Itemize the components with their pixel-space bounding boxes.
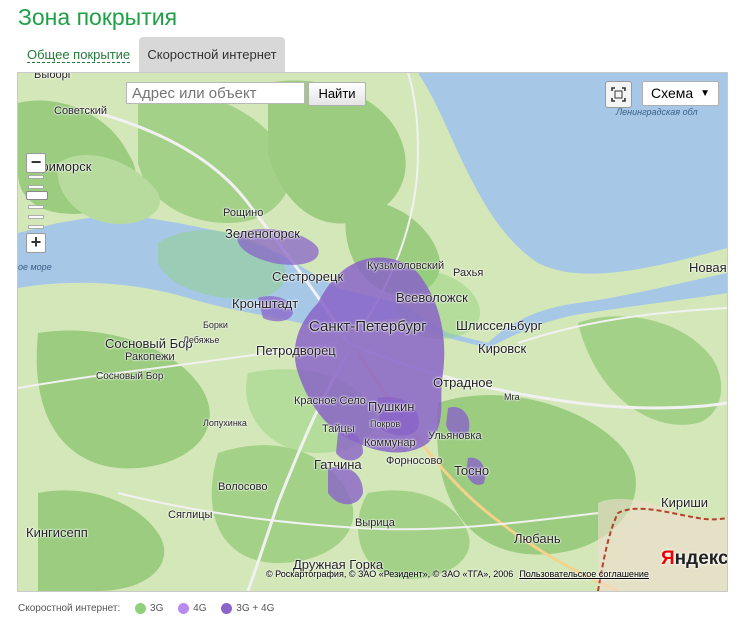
map-label-otradnoe: Отрадное — [433, 375, 493, 390]
map-label-pokrov: Покров — [370, 419, 401, 429]
fullscreen-button[interactable] — [605, 81, 632, 108]
map-label-leningrad-obl: Ленинградская обл — [616, 107, 698, 117]
map-label-pushkin: Пушкин — [368, 399, 415, 414]
map-label-sovetsky: Советский — [54, 105, 108, 117]
fullscreen-icon — [611, 87, 626, 102]
legend-3g-label: 3G — [150, 603, 164, 614]
user-agreement-link[interactable]: Пользовательское соглашение — [519, 569, 649, 579]
map-label-kirovsk: Кировск — [478, 341, 527, 356]
map-label-kingisepp: Кингисепп — [26, 525, 88, 540]
map-label-vyritsa: Вырица — [355, 517, 395, 529]
page-title: Зона покрытия — [18, 4, 178, 30]
map-label-vyborg: Выборг — [34, 72, 72, 81]
find-button[interactable]: Найти — [308, 82, 366, 106]
map-label-taitsy: Тайцы — [322, 423, 355, 435]
map-label-spb: Санкт-Петербург — [309, 318, 427, 335]
map-label-roshchino: Рощино — [223, 207, 264, 219]
legend-label: Скоростной интернет: — [18, 603, 121, 614]
map-label-lopukhinka: Лопухинка — [203, 418, 247, 428]
map-label-ulyanovka: Ульяновка — [428, 430, 482, 442]
copyright-text: © Роскартография, © ЗАО «Резидент», © ЗА… — [266, 569, 514, 579]
tab-high-speed-internet[interactable]: Скоростной интернет — [139, 37, 285, 72]
map-label-zelenogorsk: Зеленогорск — [225, 226, 300, 241]
map-copyright: © Роскартография, © ЗАО «Резидент», © ЗА… — [266, 569, 649, 579]
map-label-novaya-ladoga: Новая — [689, 260, 727, 275]
zoom-in-button[interactable]: + — [26, 233, 46, 253]
coverage-map[interactable]: Выборг Советский Приморск Рощино Зеленог… — [17, 72, 728, 592]
legend-3g4g-label: 3G + 4G — [236, 603, 275, 614]
map-label-rakhya: Рахья — [453, 267, 484, 279]
address-search-input[interactable] — [126, 82, 305, 104]
map-label-kommunar: Коммунар — [364, 437, 416, 449]
yandex-logo: Яндекс — [661, 548, 728, 569]
map-label-shlisselburg: Шлиссельбург — [456, 318, 543, 333]
map-label-krasnoe-selo: Красное Село — [294, 395, 366, 407]
map-label-sosnovy-bor: Сосновый Бор — [105, 336, 193, 351]
zoom-out-button[interactable]: − — [26, 153, 46, 173]
chevron-down-icon: ▼ — [700, 88, 710, 99]
map-label-borki: Борки — [203, 320, 228, 330]
map-label-tosno: Тосно — [454, 463, 490, 478]
coverage-legend: Скоростной интернет: 3G 4G 3G + 4G — [18, 603, 274, 614]
legend-4g-swatch — [178, 603, 190, 614]
tab-general-coverage[interactable]: Общее покрытие — [27, 47, 131, 63]
map-label-gatchina: Гатчина — [314, 457, 362, 472]
map-type-select[interactable]: Схема ▼ — [642, 81, 719, 106]
map-label-volosovo: Волосово — [218, 481, 268, 493]
map-label-vsevolozhsk: Всеволожск — [396, 290, 468, 305]
map-label-lyuban: Любань — [514, 531, 561, 546]
map-label-gulf: ое море — [18, 262, 52, 272]
map-label-lebyazhye: Лебяжье — [183, 335, 220, 345]
map-label-rakopezhi: Ракопежи — [125, 351, 175, 363]
zoom-slider-handle[interactable] — [26, 191, 48, 200]
legend-4g-label: 4G — [193, 603, 207, 614]
map-label-kronshtadt: Кронштадт — [232, 296, 299, 311]
map-type-value: Схема — [651, 85, 694, 101]
legend-3g4g-swatch — [221, 603, 233, 614]
map-label-sestroretsk: Сестрорецк — [272, 269, 344, 284]
map-label-fornosovo: Форносово — [386, 455, 443, 467]
map-label-kuzmolovsky: Кузьмоловский — [367, 260, 445, 272]
map-label-kirishi: Кириши — [661, 495, 709, 510]
map-label-sosnovy-bor-2: Сосновый Бор — [96, 371, 164, 382]
map-label-petrodvorets: Петродворец — [256, 343, 336, 358]
zoom-scale[interactable] — [28, 175, 44, 231]
map-label-syaglitsy: Сяглицы — [168, 509, 213, 521]
legend-3g-swatch — [135, 603, 147, 614]
map-label-mga: Мга — [504, 392, 520, 402]
